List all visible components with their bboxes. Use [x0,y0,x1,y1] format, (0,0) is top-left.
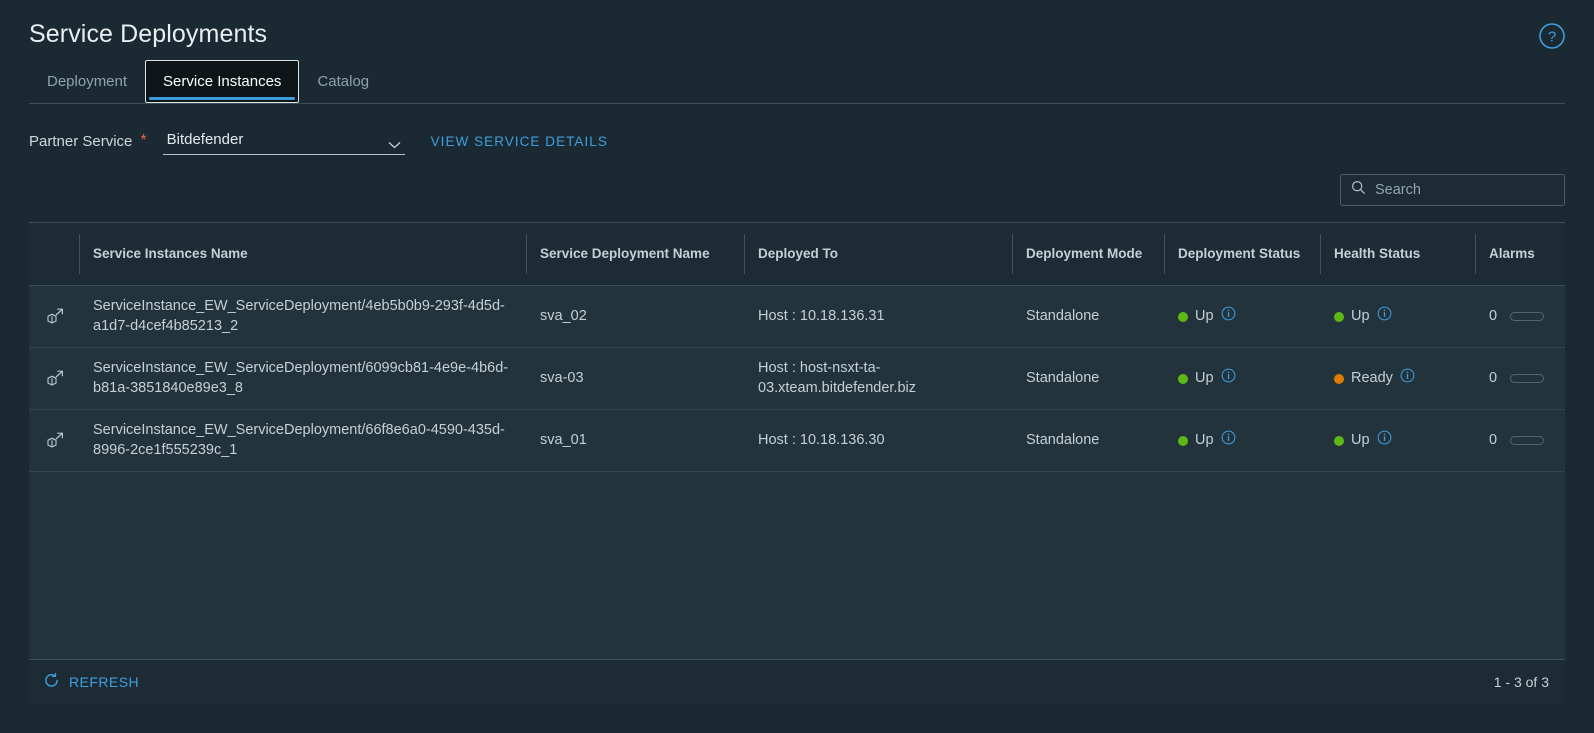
status-label: Ready [1351,369,1393,386]
cell-deployment-status: Up [1164,420,1320,461]
launch-cube-icon[interactable] [29,430,79,452]
partner-service-row: Partner Service * Bitdefender VIEW SERVI… [29,126,608,156]
status-dot [1334,435,1344,446]
cell-health-status: Up [1320,296,1475,337]
cell-deployed-to: Host : 10.18.136.31 [758,307,885,324]
required-marker: * [140,132,147,149]
table-row[interactable]: ServiceInstance_EW_ServiceDeployment/66f… [29,410,1565,472]
partner-service-selected-value: Bitdefender [166,131,244,148]
cell-deployed-to: Host : host-nsxt-ta-03.xteam.bitdefender… [758,360,916,396]
cell-deployment-status: Up [1164,358,1320,399]
help-circle-icon[interactable]: ? [1538,22,1566,50]
status-label: Up [1195,369,1214,386]
status-dot [1334,373,1344,384]
chevron-down-icon [388,136,401,148]
search-input[interactable] [1375,182,1562,198]
column-header-deployment-mode[interactable]: Deployment Mode [1012,223,1164,285]
cell-alarms: 0 [1475,359,1565,398]
table-row[interactable]: ServiceInstance_EW_ServiceDeployment/4eb… [29,286,1565,348]
status-label: Up [1195,307,1214,324]
table-row[interactable]: ServiceInstance_EW_ServiceDeployment/609… [29,348,1565,410]
tab-label: Deployment [47,73,128,90]
cell-deployment-mode: Standalone [1026,431,1100,448]
status-dot [1178,311,1188,322]
status-dot [1178,373,1188,384]
column-header-alarms[interactable]: Alarms [1475,223,1565,285]
refresh-icon [43,672,60,692]
service-deployments-page: Service Deployments ? Deployment Service… [0,0,1594,733]
view-service-details-link[interactable]: VIEW SERVICE DETAILS [431,134,608,149]
tab-label: Catalog [317,73,370,90]
column-header-service-deployment-name[interactable]: Service Deployment Name [526,223,744,285]
cell-service-instance-name: ServiceInstance_EW_ServiceDeployment/4eb… [93,298,505,334]
alarm-bar [1510,374,1545,383]
partner-service-select[interactable]: Bitdefender [162,127,405,155]
column-header-icon [29,223,79,285]
partner-service-label: Partner Service [29,132,133,150]
svg-text:?: ? [1548,29,1556,46]
alarm-bar [1510,312,1545,321]
status-dot [1178,435,1188,446]
cell-deployment-mode: Standalone [1026,369,1100,386]
alarm-count: 0 [1489,431,1498,448]
column-header-deployed-to[interactable]: Deployed To [744,223,1012,285]
search-icon [1351,180,1375,200]
cell-service-deployment-name: sva_01 [540,431,587,448]
cell-service-instance-name: ServiceInstance_EW_ServiceDeployment/609… [93,360,509,396]
cell-health-status: Ready [1320,358,1475,399]
tab-deployment[interactable]: Deployment [29,60,145,103]
page-title: Service Deployments [29,20,268,48]
info-icon[interactable] [1221,430,1236,451]
cell-service-deployment-name: sva_02 [540,307,587,324]
column-header-health-status[interactable]: Health Status [1320,223,1475,285]
alarm-count: 0 [1489,369,1498,386]
info-icon[interactable] [1221,306,1236,327]
cell-health-status: Up [1320,420,1475,461]
info-icon[interactable] [1221,368,1236,389]
cell-deployment-status: Up [1164,296,1320,337]
cell-service-instance-name: ServiceInstance_EW_ServiceDeployment/66f… [93,422,505,458]
status-label: Up [1351,431,1370,448]
launch-cube-icon[interactable] [29,368,79,390]
refresh-button[interactable]: REFRESH [43,672,139,692]
table-body: ServiceInstance_EW_ServiceDeployment/4eb… [29,286,1565,659]
cell-alarms: 0 [1475,421,1565,460]
cell-deployment-mode: Standalone [1026,307,1100,324]
cell-service-deployment-name: sva-03 [540,369,584,386]
status-label: Up [1195,431,1214,448]
service-instances-table: Service Instances Name Service Deploymen… [29,222,1565,659]
tab-label: Service Instances [163,73,282,90]
cell-alarms: 0 [1475,297,1565,336]
tab-catalog[interactable]: Catalog [299,60,387,103]
search-box[interactable] [1340,174,1565,206]
alarm-bar [1510,436,1545,445]
cell-deployed-to: Host : 10.18.136.30 [758,431,885,448]
alarm-count: 0 [1489,307,1498,324]
info-icon[interactable] [1400,368,1415,389]
column-header-deployment-status[interactable]: Deployment Status [1164,223,1320,285]
info-icon[interactable] [1377,430,1392,451]
info-icon[interactable] [1377,306,1392,327]
column-header-service-instances-name[interactable]: Service Instances Name [79,223,526,285]
table-header-row: Service Instances Name Service Deploymen… [29,223,1565,286]
pagination-info: 1 - 3 of 3 [1493,674,1549,690]
tab-service-instances[interactable]: Service Instances [145,60,300,103]
refresh-label: REFRESH [69,674,140,690]
tab-bar: Deployment Service Instances Catalog [29,60,1565,104]
table-footer: REFRESH 1 - 3 of 3 [29,659,1565,704]
status-label: Up [1351,307,1370,324]
status-dot [1334,311,1344,322]
launch-cube-icon[interactable] [29,306,79,328]
